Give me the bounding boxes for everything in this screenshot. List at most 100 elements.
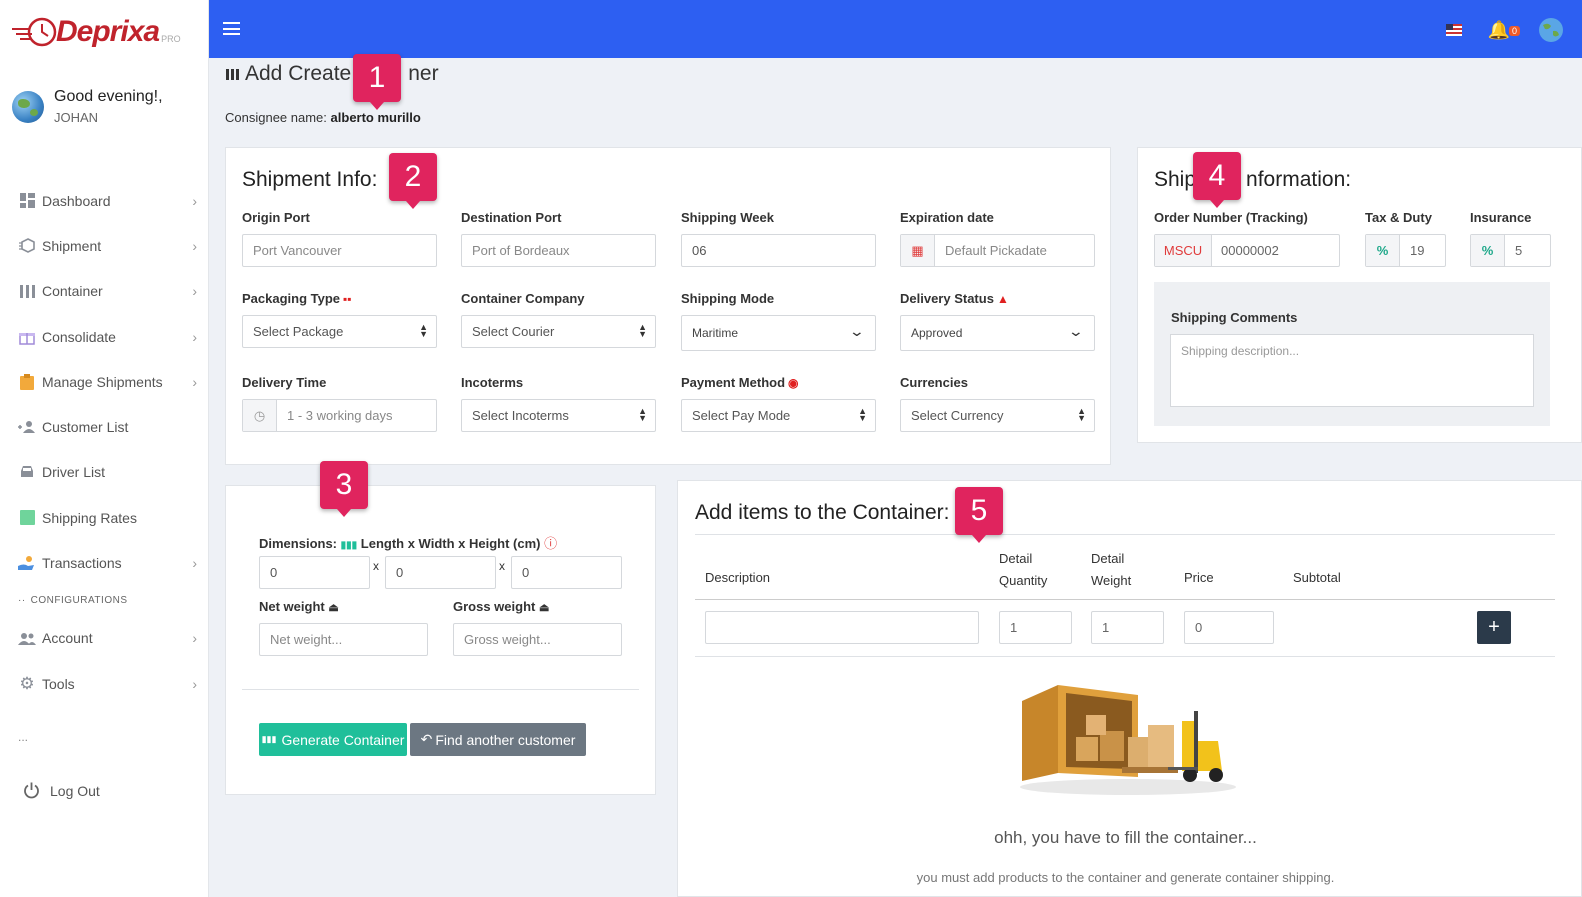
select-arrows-icon: ▲ ▼ (858, 406, 867, 423)
sidebar-item-driver-list[interactable]: Driver List (0, 450, 209, 495)
order-number-value: 00000002 (1221, 243, 1279, 258)
container-illustration (1020, 685, 1236, 795)
generate-container-button[interactable]: ▮▮▮ Generate Container (259, 723, 407, 756)
sidebar-item-dashboard[interactable]: Dashboard › (0, 178, 209, 223)
shipping-comments-label: Shipping Comments (1171, 310, 1298, 325)
gift-icon (18, 328, 36, 346)
shipping-mode-select[interactable]: Maritime ⌄ (681, 315, 876, 351)
sidebar: Deprixa PRO Good evening!, JOHAN Dashboa… (0, 0, 209, 897)
sidebar-item-label: Shipping Rates (42, 509, 137, 526)
annotation-marker-1: 1 (353, 54, 401, 110)
height-value: 0 (522, 565, 530, 580)
shipment-info-card: Shipment Info: Origin Port Port Vancouve… (225, 147, 1111, 465)
payment-method-select[interactable]: Select Pay Mode ▲ ▼ (681, 399, 876, 432)
times-sign: x (499, 559, 505, 573)
sidebar-item-manage-shipments[interactable]: Manage Shipments › (0, 359, 209, 404)
incoterms-select[interactable]: Select Incoterms ▲ ▼ (461, 399, 656, 432)
container-icon: ▮▮▮ (340, 540, 358, 551)
sidebar-item-consolidate[interactable]: Consolidate › (0, 314, 209, 359)
height-input[interactable]: 0 (511, 556, 622, 589)
annotation-marker-2: 2 (389, 153, 437, 209)
percent-icon: % (1366, 235, 1400, 266)
length-input[interactable]: 0 (259, 556, 370, 589)
insurance-input[interactable]: % 5 (1470, 234, 1551, 267)
delivery-time-input[interactable]: ◷ 1 - 3 working days (242, 399, 437, 432)
gear-icon: ⚙ (19, 673, 35, 693)
users-icon (18, 418, 36, 436)
currencies-value: Select Currency (911, 408, 1004, 423)
net-weight-input[interactable]: Net weight... (259, 623, 428, 656)
sidebar-item-label: Customer List (42, 419, 129, 436)
order-number-label: Order Number (Tracking) (1154, 210, 1308, 225)
chevron-down-icon: ⌄ (1067, 323, 1085, 339)
net-weight-label: Net weight ⏏ (259, 599, 339, 614)
add-item-button[interactable]: + (1477, 611, 1511, 644)
find-customer-button[interactable]: ↶ Find another customer (410, 723, 586, 756)
sidebar-item-shipment[interactable]: Shipment › (0, 223, 209, 268)
empty-container-text: you must add products to the container a… (916, 870, 1335, 885)
sidebar-item-container[interactable]: Container › (0, 269, 209, 314)
clock-icon: ◷ (243, 400, 277, 431)
rates-icon (18, 509, 36, 527)
shipping-comments-textarea[interactable]: Shipping description... (1170, 334, 1534, 407)
weight-icon: ⏏ (328, 602, 339, 614)
brand-logo[interactable]: Deprixa PRO (10, 10, 181, 54)
container-company-select[interactable]: Select Courier ▲ ▼ (461, 315, 656, 348)
item-description-input[interactable] (705, 611, 979, 644)
globe-avatar-icon[interactable] (1538, 17, 1564, 43)
insurance-label: Insurance (1470, 210, 1532, 225)
sidebar-item-logout[interactable]: Log Out (0, 768, 209, 813)
shipping-comments-placeholder: Shipping description... (1181, 344, 1300, 358)
avatar[interactable] (12, 90, 44, 123)
us-flag-icon[interactable] (1445, 24, 1462, 36)
car-icon (18, 463, 36, 481)
help-circle-icon[interactable]: ⓘ (544, 536, 557, 551)
origin-port-input[interactable]: Port Vancouver (242, 234, 437, 267)
sidebar-item-label: Consolidate (42, 328, 116, 345)
gross-weight-input[interactable]: Gross weight... (453, 623, 622, 656)
sidebar-item-account[interactable]: Account › (0, 616, 209, 661)
expiration-date-input[interactable]: ▦ Default Pickadate (900, 234, 1095, 267)
delivery-status-select[interactable]: Approved ⌄ (900, 315, 1095, 351)
weight-icon: ⏏ (538, 602, 550, 614)
item-weight-input[interactable]: 1 (1091, 611, 1164, 644)
chevron-right-icon: › (192, 675, 197, 692)
sidebar-item-shipping-rates[interactable]: Shipping Rates (0, 495, 209, 540)
order-number-input[interactable]: MSCU 00000002 (1154, 234, 1340, 267)
packaging-type-select[interactable]: Select Package ▲ ▼ (242, 315, 437, 348)
packages-icon: ▪▪ (343, 292, 352, 306)
container-icon: ▮▮▮ (261, 734, 277, 744)
destination-port-input[interactable]: Port of Bordeaux (461, 234, 656, 267)
currencies-select[interactable]: Select Currency ▲ ▼ (900, 399, 1095, 432)
sidebar-item-label: Transactions (42, 555, 122, 572)
annotation-marker-3: 3 (320, 461, 368, 517)
shipping-week-value: 06 (692, 243, 707, 258)
origin-port-label: Origin Port (242, 210, 310, 225)
percent-icon: % (1471, 235, 1505, 266)
tax-duty-label: Tax & Duty (1365, 210, 1432, 225)
shipping-week-input[interactable]: 06 (681, 234, 876, 267)
sidebar-item-customer-list[interactable]: Customer List (0, 404, 209, 449)
sidebar-item-tools[interactable]: ⚙ Tools › (0, 661, 209, 706)
width-input[interactable]: 0 (385, 556, 496, 589)
item-price-input[interactable]: 0 (1184, 611, 1274, 644)
chevron-right-icon: › (192, 555, 197, 572)
chevron-right-icon: › (192, 237, 197, 254)
account-icon (18, 629, 36, 647)
incoterms-label: Incoterms (461, 375, 524, 390)
select-arrows-icon: ▲ ▼ (419, 322, 428, 339)
find-customer-label: Find another customer (435, 731, 576, 748)
brand-pro: PRO (161, 34, 181, 44)
select-arrows-icon: ▲ ▼ (1077, 406, 1086, 423)
brand-name: Deprixa (56, 15, 160, 48)
sidebar-item-transactions[interactable]: Transactions › (0, 540, 209, 585)
tax-duty-input[interactable]: % 19 (1365, 234, 1446, 267)
item-quantity-input[interactable]: 1 (999, 611, 1072, 644)
reply-user-icon: ↶ (420, 731, 433, 747)
notifications-bell-icon[interactable]: 🔔 0 (1488, 20, 1520, 41)
expiration-date-label: Expiration date (900, 210, 994, 225)
add-items-title: Add items to the Container: (695, 501, 950, 524)
hamburger-menu-icon[interactable] (223, 22, 240, 35)
container-company-value: Select Courier (472, 324, 555, 339)
times-sign: x (373, 559, 379, 573)
